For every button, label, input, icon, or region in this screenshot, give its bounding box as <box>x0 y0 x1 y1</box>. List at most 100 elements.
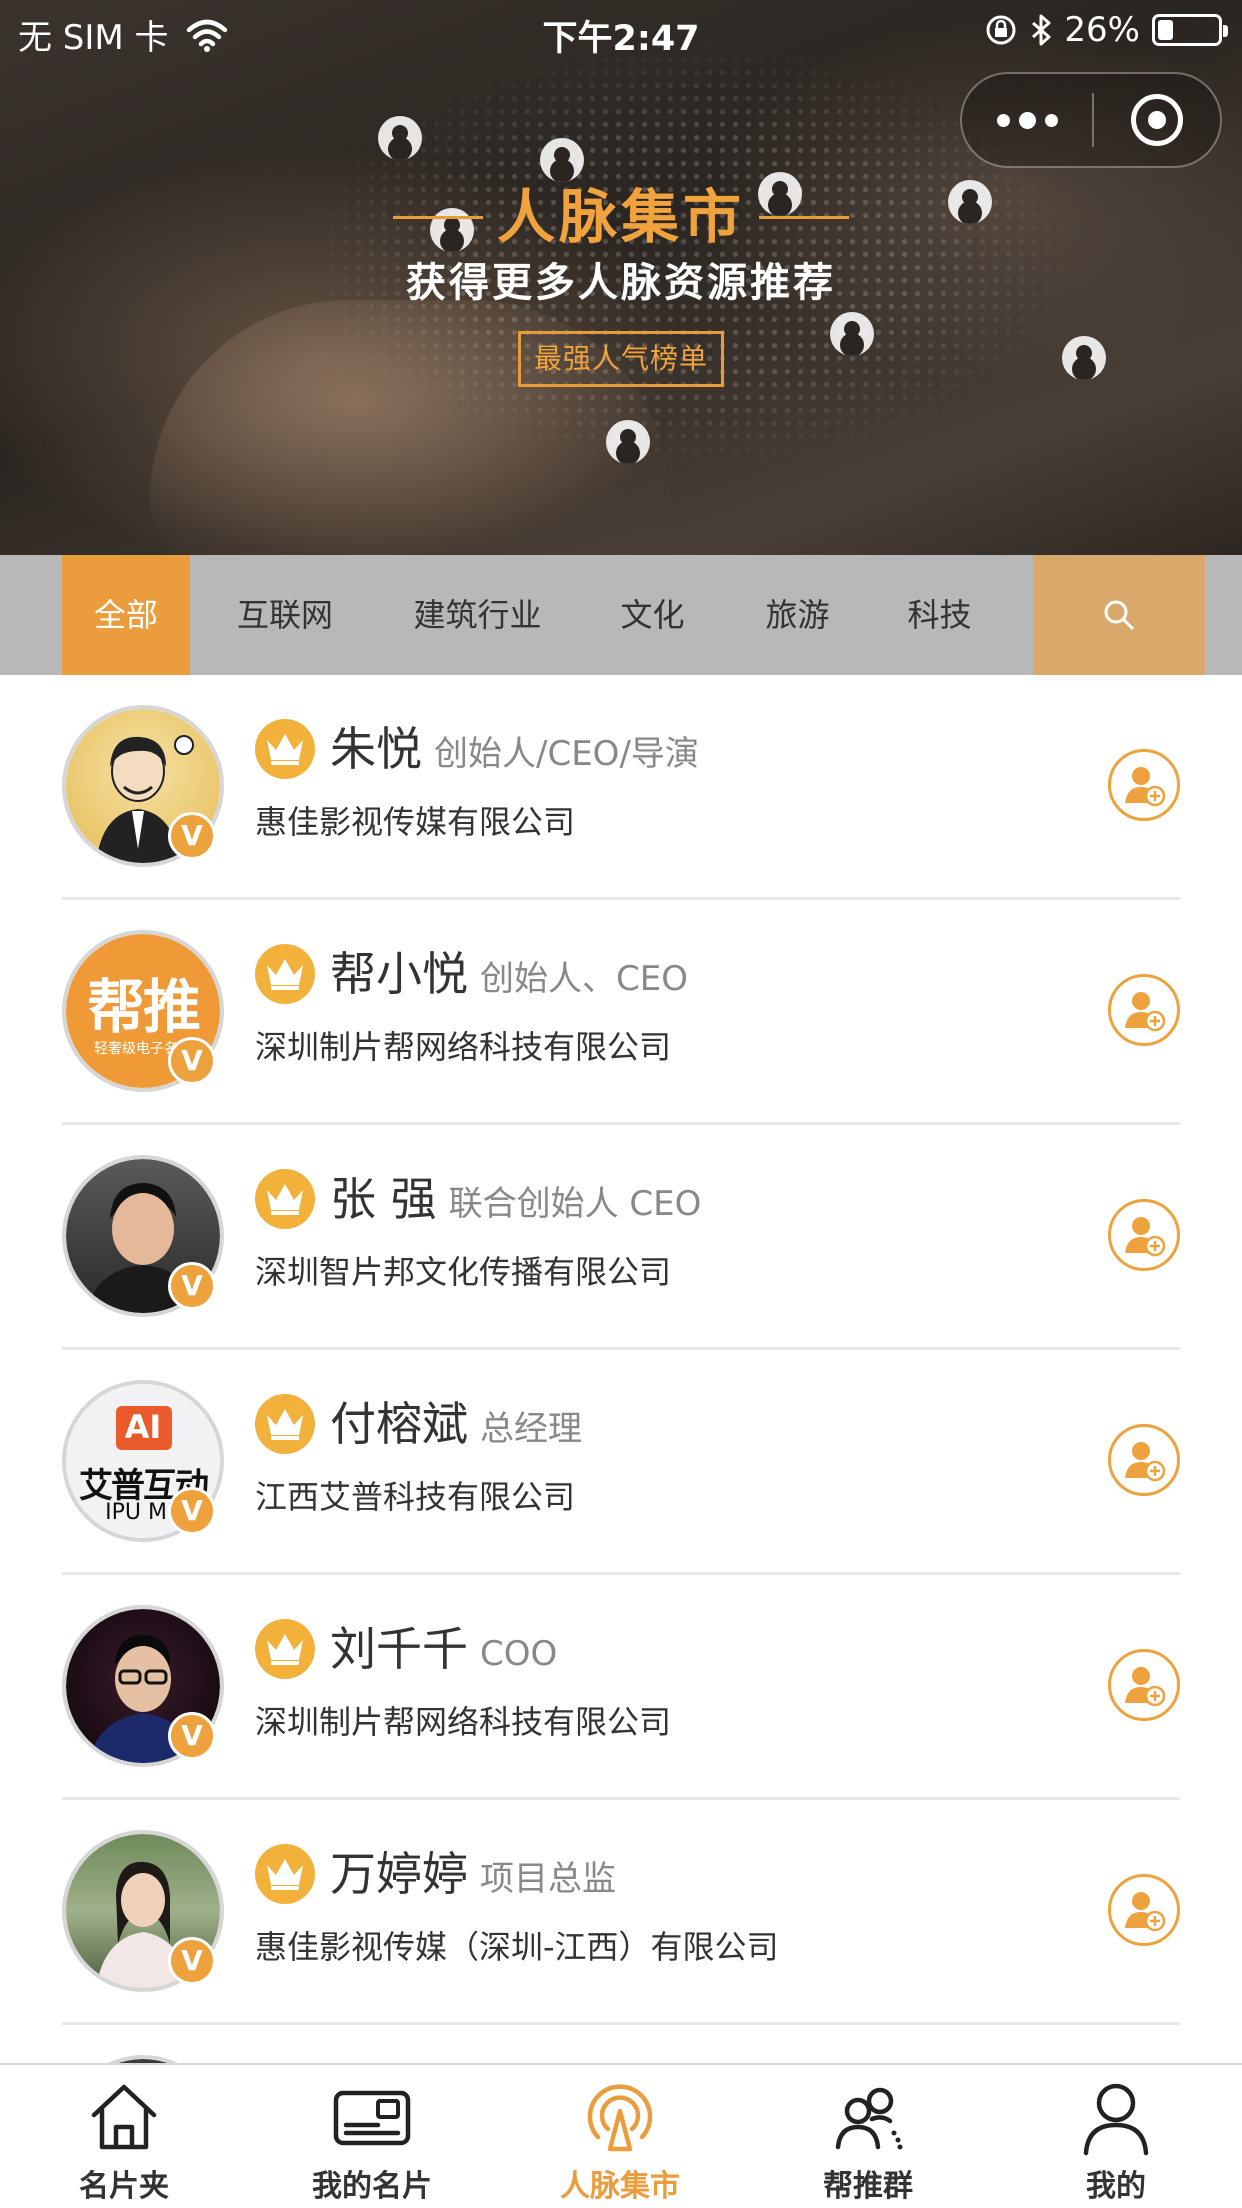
close-button[interactable] <box>1094 74 1220 166</box>
search-icon <box>1104 600 1134 630</box>
contact-title: 创始人/CEO/导演 <box>434 734 699 774</box>
banner-title: 人脉集市 <box>496 183 745 251</box>
battery-level <box>1158 20 1173 40</box>
add-contact-button[interactable] <box>1108 749 1180 821</box>
group-icon <box>835 2087 903 2150</box>
battery-percent: 26% <box>1064 10 1140 50</box>
crown-icon <box>255 1169 315 1229</box>
crown-icon <box>255 1619 315 1679</box>
title-line-right <box>759 215 849 219</box>
add-person-icon <box>1125 767 1166 807</box>
crown-icon <box>255 944 315 1004</box>
verified-badge: V <box>168 1937 216 1985</box>
category-tabs: 全部 互联网 建筑行业 文化 旅游 科技 <box>0 555 1242 675</box>
contact-list: V 朱悦 创始人/CEO/导演 惠佳影视传媒有限公司 帮推 轻奢级电子名片 V … <box>0 675 1242 2208</box>
nav-cardholder[interactable]: 名片夹 <box>0 2065 248 2208</box>
add-contact-button[interactable] <box>1108 974 1180 1046</box>
contact-name: 帮小悦 创始人、CEO <box>330 938 688 1004</box>
contact-row[interactable] <box>0 2025 1242 2208</box>
close-target-icon <box>1131 94 1183 146</box>
avatar-logo-text: AI <box>124 1408 162 1446</box>
contact-title: 联合创始人 CEO <box>448 1184 702 1224</box>
contact-name-text: 张 强 <box>330 1172 437 1226</box>
person-node-icon <box>1062 336 1106 380</box>
contact-name: 张 强联合创始人 CEO <box>330 1163 701 1229</box>
crown-icon <box>255 1394 315 1454</box>
tab-internet[interactable]: 互联网 <box>220 555 350 675</box>
nav-label: 帮推群 <box>823 2169 913 2204</box>
nav-label: 我的 <box>1086 2169 1146 2204</box>
contact-company: 深圳制片帮网络科技有限公司 <box>255 1028 672 1066</box>
add-contact-button[interactable] <box>1108 1424 1180 1496</box>
contact-row[interactable]: AI 艾普互动 IPU ME V 付榕斌 总经理 江西艾普科技有限公司 <box>0 1350 1242 1575</box>
tab-construction[interactable]: 建筑行业 <box>395 555 560 675</box>
card-icon <box>333 2090 411 2146</box>
contact-title: COO <box>480 1634 558 1674</box>
add-contact-button[interactable] <box>1108 1649 1180 1721</box>
tab-all[interactable]: 全部 <box>62 555 190 675</box>
person-node-icon <box>378 116 422 160</box>
nav-label: 人脉集市 <box>560 2169 680 2204</box>
contact-title: 总经理 <box>480 1409 582 1449</box>
contact-name-text: 帮小悦 <box>330 947 468 1001</box>
title-line-left <box>392 215 483 219</box>
contact-row[interactable]: V 万婷婷 项目总监 惠佳影视传媒（深圳-江西）有限公司 <box>0 1800 1242 2025</box>
verified-badge: V <box>168 1712 216 1760</box>
bottom-nav: 名片夹 我的名片 人脉集市 帮推群 我的 <box>0 2063 1242 2208</box>
contact-name: 付榕斌 总经理 <box>330 1388 582 1454</box>
contact-name-text: 朱悦 <box>330 722 422 776</box>
contact-title: 项目总监 <box>480 1859 616 1899</box>
contact-company: 深圳制片帮网络科技有限公司 <box>255 1703 672 1741</box>
more-dot-icon <box>1044 113 1058 127</box>
nav-label: 名片夹 <box>79 2169 169 2204</box>
more-dot-icon <box>996 113 1010 127</box>
person-node-icon <box>606 420 650 464</box>
add-contact-button[interactable] <box>1108 1874 1180 1946</box>
contact-company: 江西艾普科技有限公司 <box>255 1478 576 1516</box>
add-person-icon <box>1125 1442 1166 1482</box>
broadcast-icon <box>587 2084 653 2152</box>
more-dot-icon <box>1018 111 1036 129</box>
miniprogram-capsule <box>960 72 1222 168</box>
more-button[interactable] <box>962 74 1092 166</box>
add-person-icon <box>1125 992 1166 1032</box>
tab-culture[interactable]: 文化 <box>600 555 705 675</box>
add-person-icon <box>1125 1217 1166 1257</box>
verified-badge: V <box>168 1262 216 1310</box>
contact-row[interactable]: 帮推 轻奢级电子名片 V 帮小悦 创始人、CEO 深圳制片帮网络科技有限公司 <box>0 900 1242 1125</box>
contact-name: 朱悦 创始人/CEO/导演 <box>330 713 699 779</box>
crown-icon <box>255 719 315 779</box>
add-contact-button[interactable] <box>1108 1199 1180 1271</box>
nav-group[interactable]: 帮推群 <box>744 2065 992 2208</box>
tab-tech[interactable]: 科技 <box>887 555 992 675</box>
banner-ranking-button[interactable]: 最强人气榜单 <box>518 331 724 387</box>
tab-travel[interactable]: 旅游 <box>745 555 850 675</box>
nav-my-card[interactable]: 我的名片 <box>248 2065 496 2208</box>
verified-badge: V <box>168 1487 216 1535</box>
home-icon <box>91 2084 157 2150</box>
verified-badge: V <box>168 812 216 860</box>
bluetooth-icon <box>1032 14 1051 46</box>
add-person-icon <box>1125 1667 1166 1707</box>
contact-row[interactable]: V 刘千千 COO 深圳制片帮网络科技有限公司 <box>0 1575 1242 1800</box>
contact-company: 深圳智片邦文化传播有限公司 <box>255 1253 672 1291</box>
nav-label: 我的名片 <box>312 2169 432 2204</box>
rotation-lock-icon <box>986 15 1016 45</box>
nav-me[interactable]: 我的 <box>992 2065 1240 2208</box>
contact-row[interactable]: V 朱悦 创始人/CEO/导演 惠佳影视传媒有限公司 <box>0 675 1242 900</box>
user-icon <box>1083 2083 1149 2156</box>
search-button[interactable] <box>1033 555 1205 675</box>
contact-name: 万婷婷 项目总监 <box>330 1838 616 1904</box>
contact-name: 刘千千 COO <box>330 1613 557 1679</box>
nav-network-market[interactable]: 人脉集市 <box>496 2065 744 2208</box>
banner-subtitle: 获得更多人脉资源推荐 <box>406 260 836 306</box>
contact-name-text: 万婷婷 <box>330 1847 468 1901</box>
contact-company: 惠佳影视传媒（深圳-江西）有限公司 <box>255 1928 779 1966</box>
add-person-icon <box>1125 1892 1166 1932</box>
verified-badge: V <box>168 1037 216 1085</box>
contact-title: 创始人、CEO <box>480 959 688 999</box>
contact-name-text: 付榕斌 <box>330 1397 468 1451</box>
status-bar: 无 SIM 卡 下午2:47 26% <box>0 0 1242 60</box>
crown-icon <box>255 1844 315 1904</box>
contact-row[interactable]: V 张 强联合创始人 CEO 深圳智片邦文化传播有限公司 <box>0 1125 1242 1350</box>
